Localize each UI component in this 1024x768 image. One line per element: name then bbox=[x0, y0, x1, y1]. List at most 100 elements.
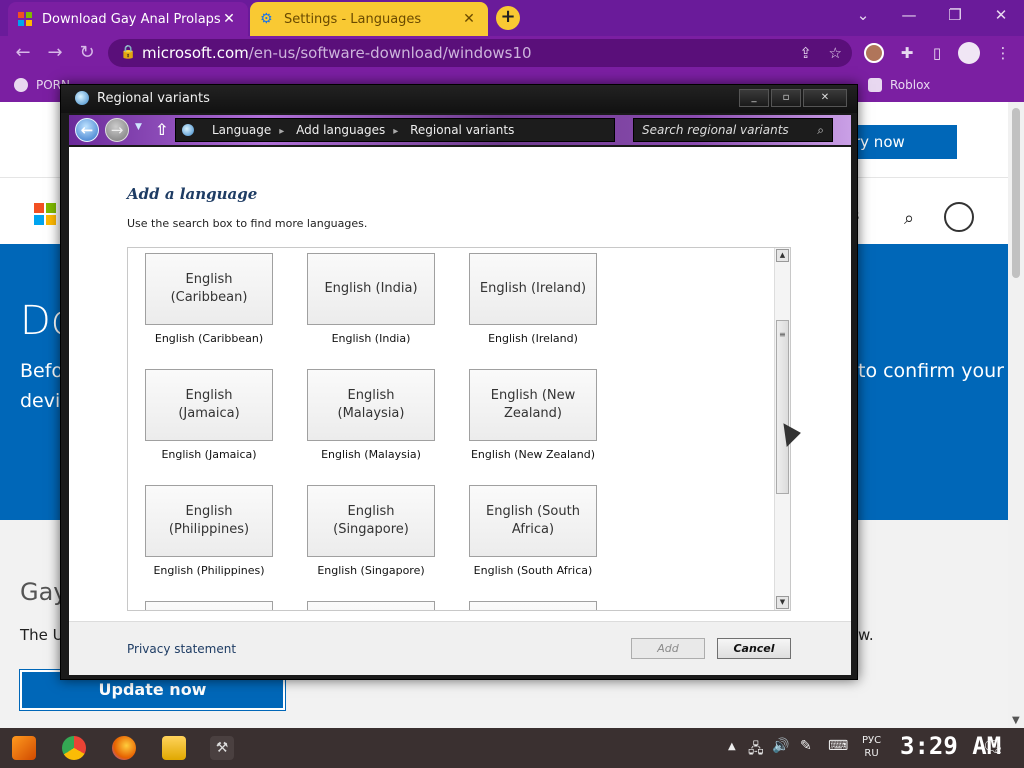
page-title: Add a language bbox=[127, 185, 258, 203]
add-button[interactable]: Add bbox=[631, 638, 705, 659]
microsoft-favicon-icon bbox=[18, 12, 32, 26]
language-tile-partial[interactable] bbox=[307, 601, 435, 610]
up-arrow-icon[interactable]: ⇧ bbox=[155, 120, 168, 139]
star-icon[interactable]: ☆ bbox=[829, 39, 842, 67]
menu-kebab-icon[interactable]: ⋮ bbox=[990, 40, 1016, 66]
breadcrumb-language[interactable]: Language bbox=[212, 123, 271, 137]
close-icon[interactable]: ✕ bbox=[803, 89, 847, 107]
scroll-down-arrow-icon[interactable]: ▼ bbox=[1012, 715, 1020, 726]
extension-avatar-icon[interactable] bbox=[864, 43, 884, 63]
pen-icon[interactable]: ✎ bbox=[800, 738, 812, 754]
microsoft-logo-icon[interactable] bbox=[34, 203, 56, 225]
minimize-icon[interactable]: — bbox=[886, 0, 932, 32]
breadcrumb-add-languages[interactable]: Add languages bbox=[296, 123, 385, 137]
scrollbar-grip-icon: ≡ bbox=[779, 330, 786, 339]
section-text: The U bbox=[20, 626, 64, 644]
tab-settings-languages[interactable]: ⚙ Settings - Languages ✕ bbox=[250, 2, 488, 36]
close-icon[interactable]: ✕ bbox=[978, 0, 1024, 32]
recent-pages-dropdown-icon[interactable]: ▼ bbox=[135, 122, 142, 132]
control-panel-icon bbox=[75, 91, 89, 105]
tab-close-icon[interactable]: ✕ bbox=[460, 11, 478, 27]
back-arrow-icon[interactable]: ← bbox=[75, 118, 99, 142]
cancel-button[interactable]: Cancel bbox=[717, 638, 791, 659]
chevron-right-icon[interactable]: ▸ bbox=[393, 126, 398, 137]
reload-icon[interactable]: ↻ bbox=[74, 40, 100, 66]
restore-icon[interactable]: ❐ bbox=[932, 0, 978, 32]
language-tile-partial[interactable] bbox=[469, 601, 597, 610]
input-language-indicator[interactable]: РУС RU bbox=[862, 734, 881, 760]
url-host: microsoft.com bbox=[142, 44, 249, 62]
language-code-top: РУС bbox=[862, 735, 882, 746]
language-code-bottom: RU bbox=[864, 748, 879, 759]
roblox-icon bbox=[868, 78, 882, 92]
file-explorer-icon[interactable] bbox=[162, 736, 186, 760]
bookmark-roblox[interactable]: Roblox bbox=[868, 78, 930, 92]
minimize-icon[interactable]: _ bbox=[739, 89, 769, 107]
tool-app-icon[interactable]: ⚒ bbox=[210, 736, 234, 760]
language-caption[interactable]: English (Jamaica) bbox=[129, 448, 289, 461]
language-tile[interactable]: English (Philippines) bbox=[145, 485, 273, 557]
breadcrumb[interactable]: Language ▸ Add languages ▸ Regional varian… bbox=[175, 118, 615, 142]
forward-arrow-icon[interactable]: → bbox=[42, 40, 68, 66]
new-tab-button[interactable]: + bbox=[496, 6, 520, 30]
chrome-icon[interactable] bbox=[62, 736, 86, 760]
volume-icon[interactable]: 🔊 bbox=[772, 738, 789, 754]
scroll-up-arrow-icon[interactable]: ▲ bbox=[776, 249, 789, 262]
language-caption[interactable]: English (New Zealand) bbox=[453, 448, 613, 461]
language-caption[interactable]: English (South Africa) bbox=[453, 564, 613, 577]
notification-count: 2 bbox=[996, 746, 1002, 756]
address-bar[interactable]: 🔒 microsoft.com/en-us/software-download/… bbox=[108, 39, 852, 67]
keyboard-icon[interactable]: ⌨ bbox=[828, 738, 848, 754]
maximize-icon[interactable]: ▫ bbox=[771, 89, 801, 107]
dialog-titlebar[interactable]: Regional variants _ ▫ ✕ bbox=[61, 85, 857, 113]
language-tile[interactable]: English (South Africa) bbox=[469, 485, 597, 557]
chevron-down-icon[interactable]: ⌄ bbox=[840, 0, 886, 32]
scroll-down-arrow-icon[interactable]: ▼ bbox=[776, 596, 789, 609]
language-tile[interactable]: English (Singapore) bbox=[307, 485, 435, 557]
language-caption[interactable]: English (Ireland) bbox=[453, 332, 613, 345]
language-tile[interactable]: English (India) bbox=[307, 253, 435, 325]
profile-avatar-icon[interactable] bbox=[958, 42, 980, 64]
privacy-statement-link[interactable]: Privacy statement bbox=[127, 642, 236, 656]
browser-toolbar: ← → ↻ 🔒 microsoft.com/en-us/software-dow… bbox=[0, 36, 1024, 70]
language-tile[interactable]: English (Malaysia) bbox=[307, 369, 435, 441]
language-caption[interactable]: English (Singapore) bbox=[291, 564, 451, 577]
language-tile[interactable]: English (Jamaica) bbox=[145, 369, 273, 441]
section-text-right: w. bbox=[858, 626, 874, 644]
side-panel-icon[interactable]: ▯ bbox=[924, 40, 950, 66]
scrollbar-thumb[interactable] bbox=[1012, 108, 1020, 278]
search-input[interactable]: Search regional variants ⌕ bbox=[633, 118, 833, 142]
start-button-icon[interactable] bbox=[12, 736, 36, 760]
chevron-right-icon[interactable]: ▸ bbox=[279, 126, 284, 137]
hero-text-line1: Befo bbox=[20, 360, 64, 382]
language-caption[interactable]: English (Philippines) bbox=[129, 564, 289, 577]
search-icon[interactable]: ⌕ bbox=[817, 119, 824, 141]
language-tile[interactable]: English (Ireland) bbox=[469, 253, 597, 325]
browser-tab-strip: Download Gay Anal Prolapse 10 ✕ ⚙ Settin… bbox=[0, 0, 1024, 36]
show-hidden-icons-chevron-icon[interactable]: ▲ bbox=[728, 741, 736, 752]
share-icon[interactable]: ⇪ bbox=[799, 39, 812, 67]
language-tile[interactable]: English (New Zealand) bbox=[469, 369, 597, 441]
scrollbar-thumb[interactable] bbox=[776, 320, 789, 494]
globe-icon bbox=[14, 78, 28, 92]
language-caption[interactable]: English (Caribbean) bbox=[129, 332, 289, 345]
puzzle-extensions-icon[interactable]: ✚ bbox=[894, 40, 920, 66]
tab-download[interactable]: Download Gay Anal Prolapse 10 ✕ bbox=[8, 2, 248, 36]
language-tile[interactable]: English (Caribbean) bbox=[145, 253, 273, 325]
search-icon[interactable]: ⌕ bbox=[904, 208, 914, 229]
page-scrollbar[interactable]: ▼ bbox=[1008, 102, 1024, 728]
regional-variants-dialog: Regional variants _ ▫ ✕ ← → ▼ ⇧ Language… bbox=[60, 84, 858, 680]
forward-arrow-icon[interactable]: → bbox=[105, 118, 129, 142]
back-arrow-icon[interactable]: ← bbox=[10, 40, 36, 66]
breadcrumb-regional-variants[interactable]: Regional variants bbox=[410, 123, 514, 137]
tab-close-icon[interactable]: ✕ bbox=[220, 11, 238, 27]
language-tile-partial[interactable] bbox=[145, 601, 273, 610]
account-icon[interactable] bbox=[944, 202, 974, 232]
network-icon[interactable]: 🖧 bbox=[748, 738, 764, 762]
firefox-icon[interactable] bbox=[112, 736, 136, 760]
dialog-footer: Privacy statement Add Cancel bbox=[69, 621, 851, 675]
search-placeholder: Search regional variants bbox=[642, 123, 789, 137]
language-caption[interactable]: English (Malaysia) bbox=[291, 448, 451, 461]
instruction-text: Use the search box to find more language… bbox=[127, 217, 368, 230]
language-caption[interactable]: English (India) bbox=[291, 332, 451, 345]
